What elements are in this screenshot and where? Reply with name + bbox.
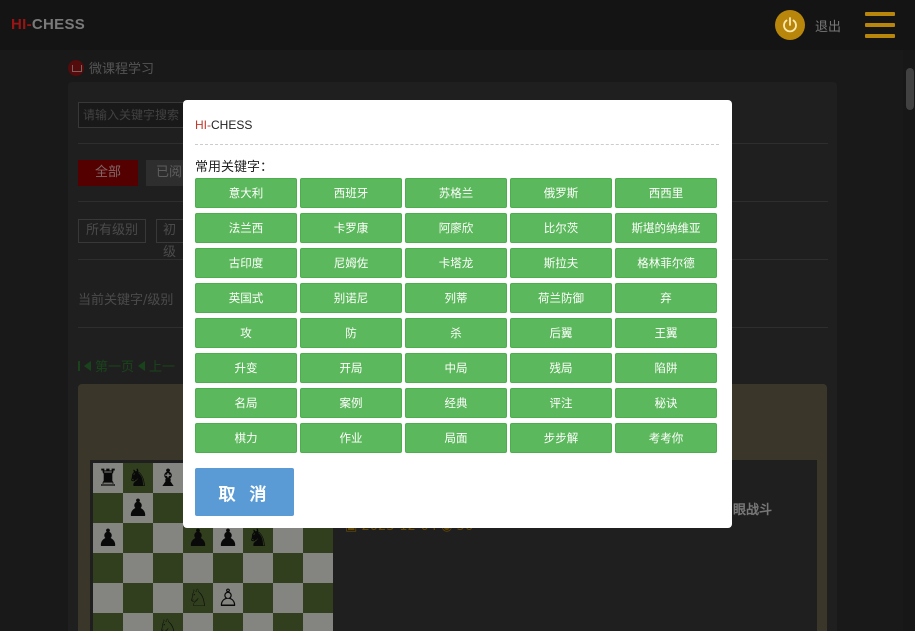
modal-logo-chess: CHESS	[211, 118, 253, 132]
keyword-button[interactable]: 升变	[195, 353, 297, 383]
keyword-button[interactable]: 名局	[195, 388, 297, 418]
keyword-label: 常用关键字：	[195, 160, 274, 175]
keyword-button[interactable]: 斯堪的纳维亚	[615, 213, 717, 243]
logo[interactable]: HI-CHESS	[11, 16, 85, 33]
hamburger-menu-icon[interactable]	[865, 12, 895, 38]
logo-chess: CHESS	[31, 16, 86, 33]
keyword-button[interactable]: 后翼	[510, 318, 612, 348]
keyword-button[interactable]: 古印度	[195, 248, 297, 278]
logout-link[interactable]: 退出	[815, 16, 841, 35]
keyword-button[interactable]: 棋力	[195, 423, 297, 453]
keyword-button[interactable]: 评注	[510, 388, 612, 418]
keyword-grid: 意大利 西班牙 苏格兰 俄罗斯 西西里法兰西 卡罗康 阿廖欣 比尔茨 斯堪的纳维亚古印度 尼姆佐卡…	[195, 178, 717, 453]
keyword-button[interactable]: 英国式	[195, 283, 297, 313]
keyword-button[interactable]: 残局	[510, 353, 612, 383]
keyword-button[interactable]: 局面	[405, 423, 507, 453]
keyword-button[interactable]: 列蒂	[405, 283, 507, 313]
keyword-button[interactable]: 防	[300, 318, 402, 348]
keyword-button[interactable]: 斯拉夫	[510, 248, 612, 278]
top-bar: HI-CHESS 退出	[0, 0, 915, 50]
cancel-button[interactable]: 取 消	[195, 468, 294, 516]
keyword-button[interactable]: 法兰西	[195, 213, 297, 243]
keyword-button[interactable]: 尼姆佐	[300, 248, 402, 278]
keyword-button[interactable]: 考考你	[615, 423, 717, 453]
keyword-button[interactable]: 阿廖欣	[405, 213, 507, 243]
keyword-button[interactable]: 案例	[300, 388, 402, 418]
keyword-button[interactable]: 卡塔龙	[405, 248, 507, 278]
modal-logo-hi: HI-	[195, 118, 211, 132]
keyword-button[interactable]: 作业	[300, 423, 402, 453]
keyword-modal: HI-CHESS 常用关键字： 意大利 西班牙 苏格兰 俄罗斯 西西里法兰西 卡罗康 阿廖欣…	[183, 100, 732, 528]
keyword-button[interactable]: 开局	[300, 353, 402, 383]
keyword-button[interactable]: 西西里	[615, 178, 717, 208]
keyword-button[interactable]: 杀	[405, 318, 507, 348]
keyword-button[interactable]: 中局	[405, 353, 507, 383]
keyword-button[interactable]: 弃	[615, 283, 717, 313]
keyword-button[interactable]: 苏格兰	[405, 178, 507, 208]
keyword-button[interactable]: 王翼	[615, 318, 717, 348]
modal-logo: HI-CHESS	[195, 118, 252, 132]
keyword-button[interactable]: 西班牙	[300, 178, 402, 208]
modal-divider	[195, 144, 719, 145]
power-icon[interactable]	[775, 10, 805, 40]
keyword-button[interactable]: 意大利	[195, 178, 297, 208]
keyword-button[interactable]: 攻	[195, 318, 297, 348]
keyword-button[interactable]: 经典	[405, 388, 507, 418]
logo-hi: HI-	[11, 16, 32, 33]
keyword-button[interactable]: 格林菲尔德	[615, 248, 717, 278]
keyword-button[interactable]: 俄罗斯	[510, 178, 612, 208]
keyword-button[interactable]: 卡罗康	[300, 213, 402, 243]
keyword-button[interactable]: 别诺尼	[300, 283, 402, 313]
keyword-button[interactable]: 陷阱	[615, 353, 717, 383]
keyword-button[interactable]: 步步解	[510, 423, 612, 453]
keyword-button[interactable]: 比尔茨	[510, 213, 612, 243]
keyword-button[interactable]: 荷兰防御	[510, 283, 612, 313]
keyword-button[interactable]: 秘诀	[615, 388, 717, 418]
